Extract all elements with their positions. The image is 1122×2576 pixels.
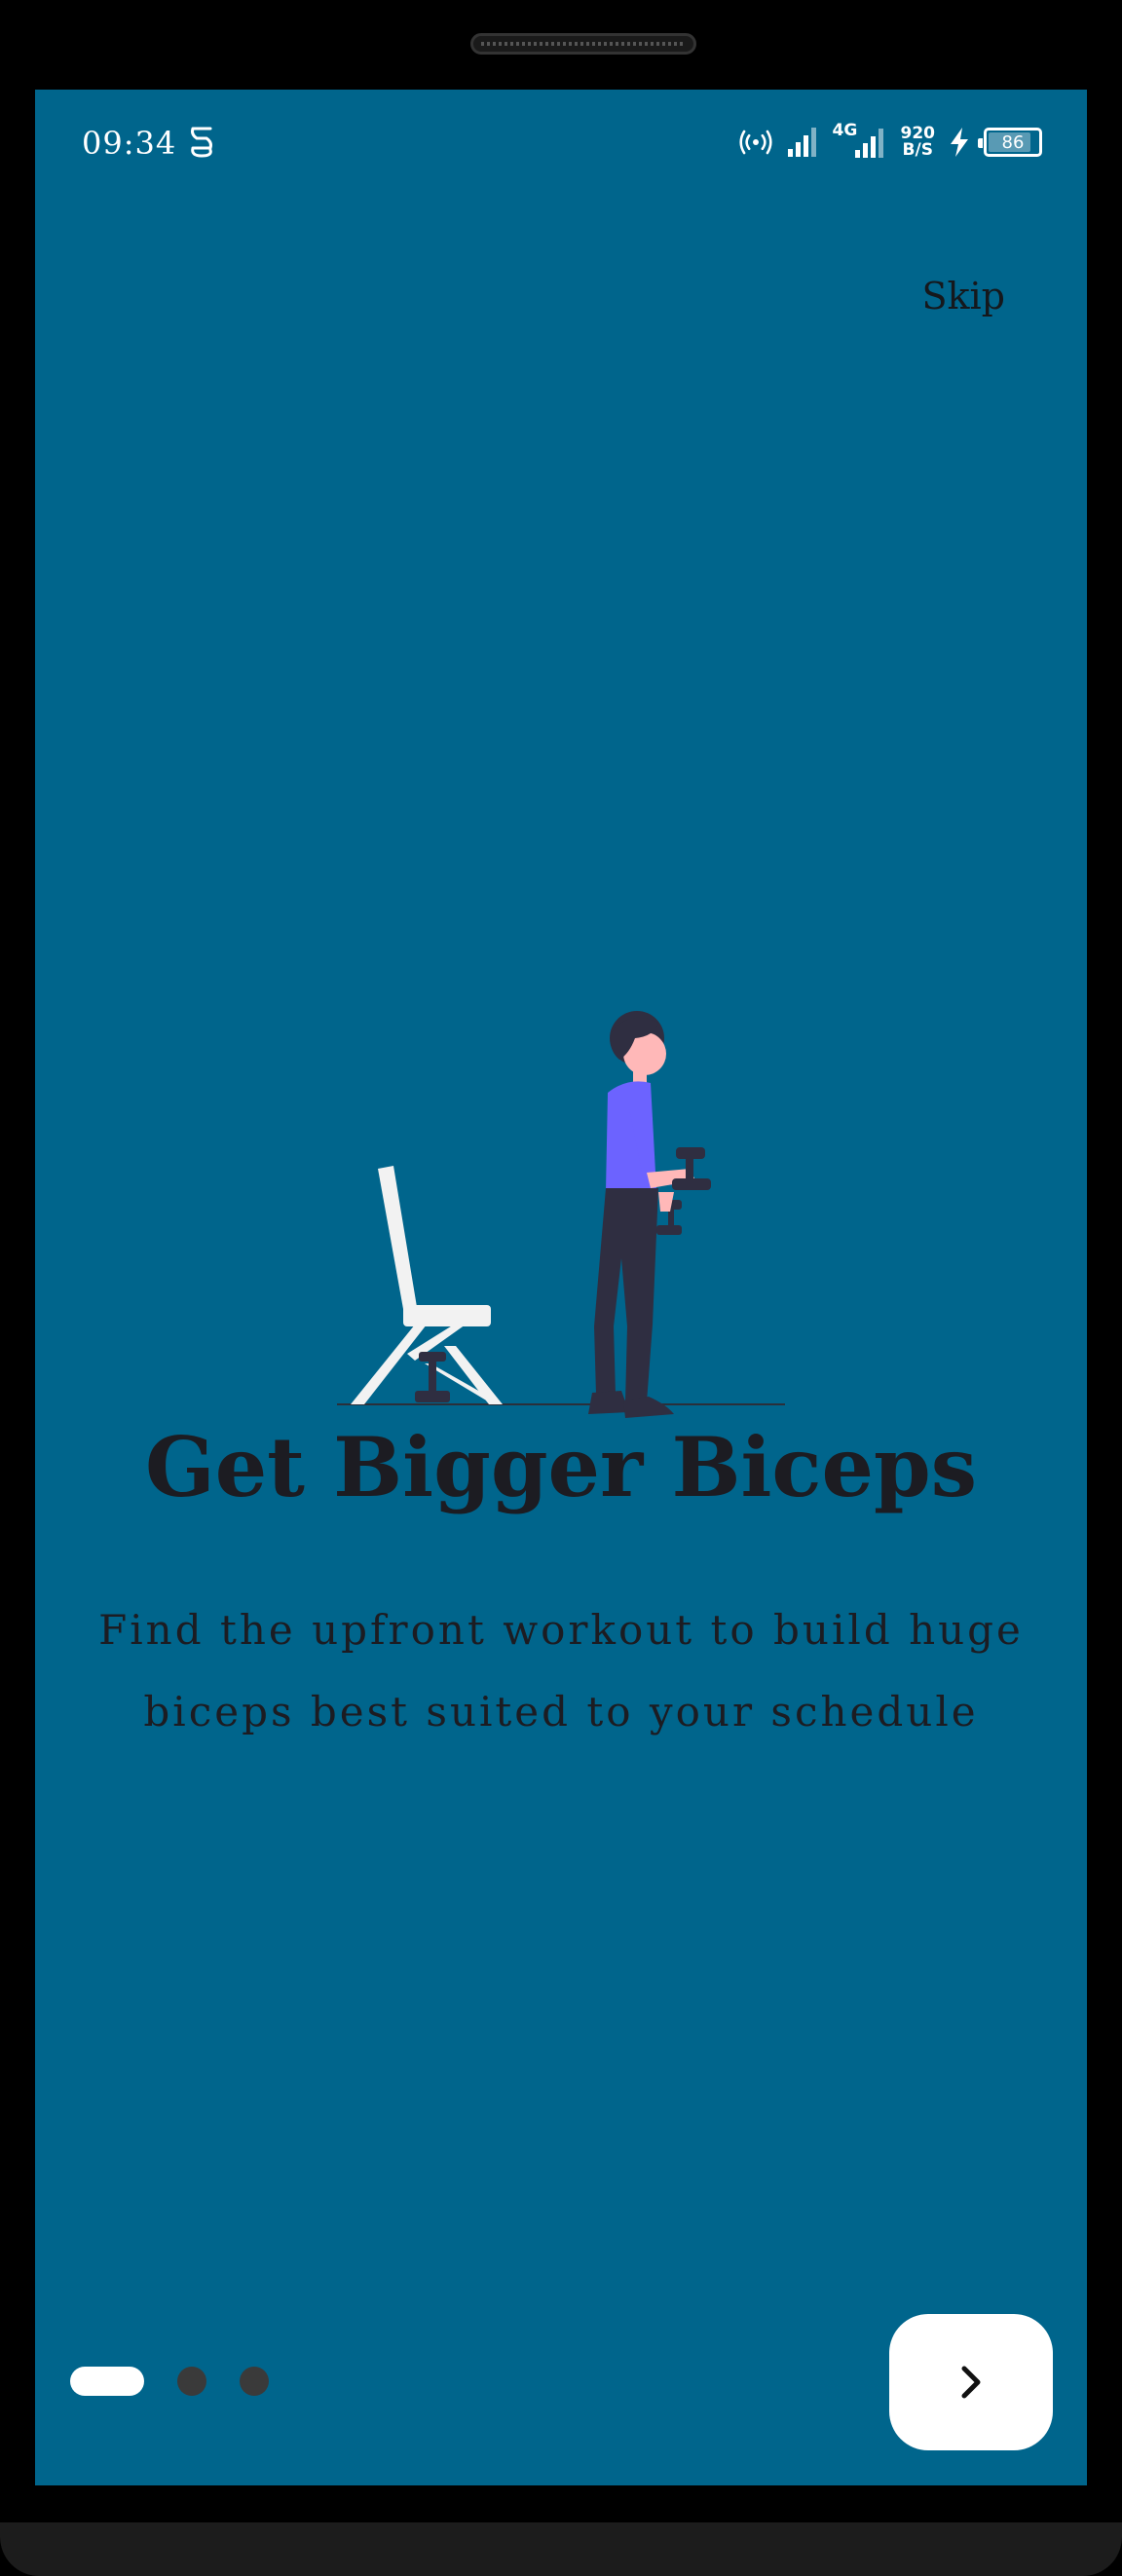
- status-bar: 09:34 4G 920 B/S 86: [35, 90, 1087, 197]
- battery-level: 86: [1001, 131, 1025, 153]
- skip-button[interactable]: Skip: [921, 275, 1005, 317]
- app-notification-icon: [191, 127, 212, 158]
- network-speed-unit: B/S: [902, 140, 933, 160]
- signal-icon: [787, 128, 816, 157]
- phone-frame: 09:34 4G 920 B/S 86 Skip Get Bigger Bice…: [0, 0, 1122, 2576]
- onboarding-screen: 09:34 4G 920 B/S 86 Skip Get Bigger Bice…: [35, 90, 1087, 2485]
- page-indicator-dot-active[interactable]: [70, 2367, 144, 2396]
- bench-illustration: [351, 1166, 503, 1404]
- workout-illustration: [337, 1011, 785, 1418]
- status-icons: 4G 920 B/S 86: [738, 121, 1042, 164]
- page-title: Get Bigger Biceps: [144, 1419, 978, 1515]
- network-speed: 920 B/S: [901, 126, 936, 159]
- next-button[interactable]: [889, 2314, 1053, 2450]
- page-indicator-dot[interactable]: [177, 2367, 206, 2396]
- chevron-right-icon: [961, 2366, 981, 2399]
- page-indicator-dot[interactable]: [240, 2367, 269, 2396]
- page-indicator: [70, 2367, 269, 2396]
- phone-speaker: [470, 33, 696, 55]
- hotspot-icon: [738, 130, 772, 155]
- phone-bottom-bezel: [0, 2522, 1122, 2576]
- signal-4g-icon: 4G: [833, 123, 887, 162]
- charging-icon: [951, 128, 968, 157]
- battery-icon: 86: [978, 128, 1042, 157]
- page-subtitle: Find the upfront workout to build huge b…: [98, 1606, 1024, 1736]
- status-time: 09:34: [82, 125, 177, 162]
- person-illustration: [588, 1011, 711, 1418]
